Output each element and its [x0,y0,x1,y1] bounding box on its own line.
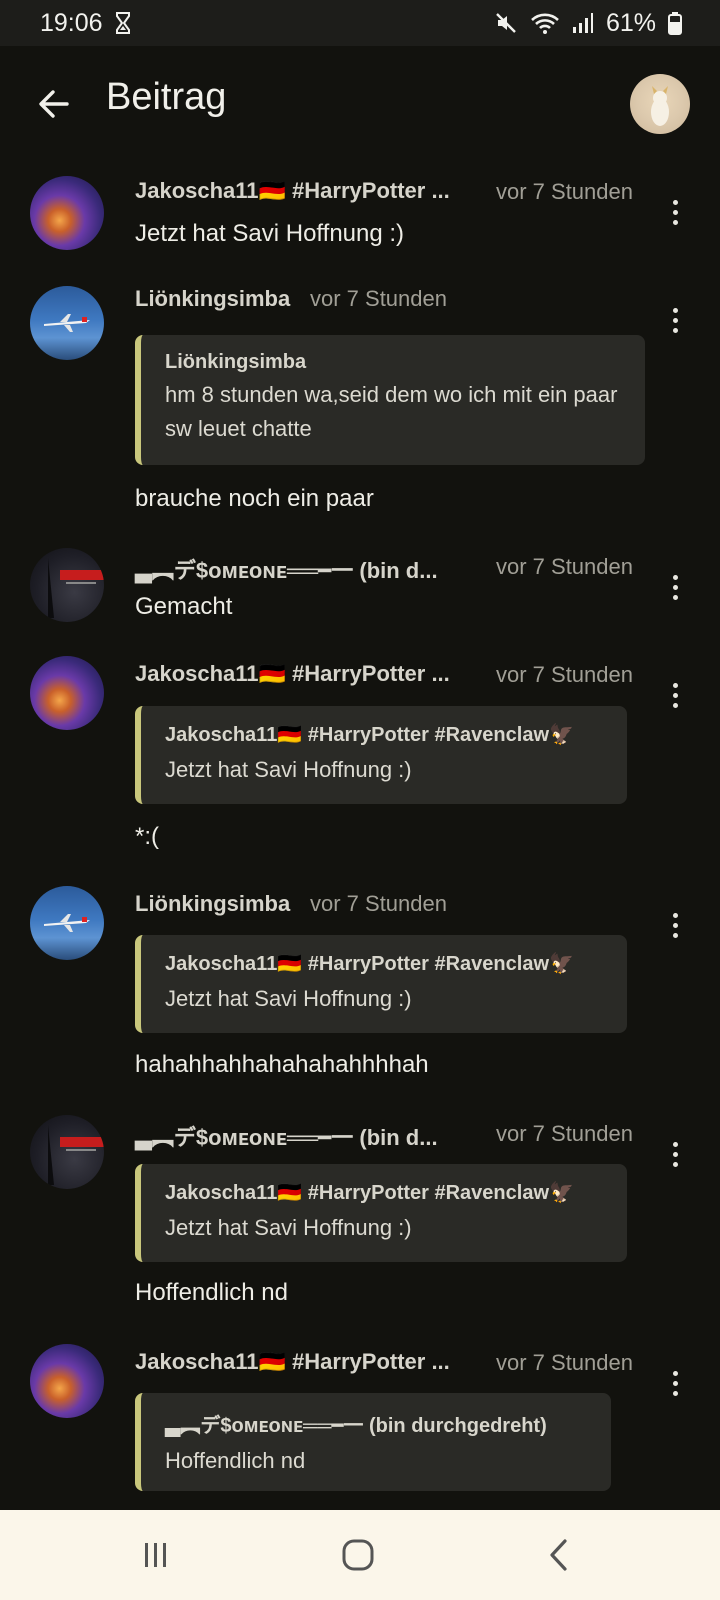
quote-text: Jetzt hat Savi Hoffnung :) [165,986,412,1011]
comment-text: *:( [135,823,159,850]
status-time: 19:06 [40,8,103,37]
comment-text: brauche noch ein paar [135,485,374,512]
page-title: Beitrag [106,76,227,118]
home-icon [342,1539,374,1571]
comment-author[interactable]: Liönkingsimba [135,891,290,917]
comment-item: Liönkingsimba vor 7 Stunden Jakoscha11🇩🇪… [0,885,720,1085]
more-options-button[interactable] [660,1134,690,1174]
comment-text: Hoffendlich nd [135,1279,288,1306]
quoted-comment[interactable]: Jakoscha11🇩🇪 #HarryPotter #Ravenclaw🦅 Je… [135,935,627,1033]
comment-author[interactable]: Jakoscha11🇩🇪 #HarryPotter ... [135,661,450,687]
comment-author[interactable]: Liönkingsimba [135,286,290,312]
comment-author[interactable]: ▃︻デ$ᴏᴍᴇᴏɴᴇ══━一 (bin d... [135,1120,438,1152]
quote-author: Jakoscha11🇩🇪 #HarryPotter #Ravenclaw🦅 [165,1182,574,1204]
comment-time: vor 7 Stunden [496,662,633,687]
comment-time: vor 7 Stunden [496,1350,633,1375]
more-vert-icon [672,912,678,918]
comment-time: vor 7 Stunden [310,286,447,311]
hourglass-icon [115,12,131,34]
system-navigation-bar [0,1510,720,1600]
comment-time: vor 7 Stunden [496,1121,633,1146]
more-vert-icon [672,1370,678,1376]
quote-author: ▃︻デ$ᴏᴍᴇᴏɴᴇ══━一 (bin durchgedreht) [165,1415,547,1437]
more-options-button[interactable] [660,905,690,945]
wifi-icon [530,11,560,35]
comment-item: Liönkingsimba vor 7 Stunden Liönkingsimb… [0,280,720,520]
quote-text: hm 8 stunden wa,seid dem wo ich mit ein … [165,382,618,441]
signal-icon [572,12,594,34]
battery-level: 61% [605,8,656,37]
quote-text: Jetzt hat Savi Hoffnung :) [165,757,412,782]
comment-item: Jakoscha11🇩🇪 #HarryPotter ... vor 7 Stun… [0,1343,720,1493]
comment-author[interactable]: ▃︻デ$ᴏᴍᴇᴏɴᴇ══━一 (bin d... [135,553,438,585]
home-button[interactable] [328,1532,388,1578]
quoted-comment[interactable]: Jakoscha11🇩🇪 #HarryPotter #Ravenclaw🦅 Je… [135,1164,627,1262]
mute-icon [494,11,518,35]
more-options-button[interactable] [660,192,690,232]
back-arrow-icon [39,90,69,118]
quote-text: Jetzt hat Savi Hoffnung :) [165,1215,412,1240]
comment-author[interactable]: Jakoscha11🇩🇪 #HarryPotter ... [135,1349,450,1375]
avatar[interactable] [30,656,104,730]
more-options-button[interactable] [660,675,690,715]
status-bar: 19:06 61% [0,0,720,46]
comment-time: vor 7 Stunden [496,554,633,579]
more-vert-icon [672,574,678,580]
nav-back-button[interactable] [530,1532,590,1578]
comment-text: hahahhahhahahahahhhhah [135,1051,429,1078]
nav-back-icon [550,1539,567,1571]
comment-time: vor 7 Stunden [496,179,633,204]
comment-author[interactable]: Jakoscha11🇩🇪 #HarryPotter ... [135,178,450,204]
quote-author: Liönkingsimba [165,351,307,373]
quote-author: Jakoscha11🇩🇪 #HarryPotter #Ravenclaw🦅 [165,953,574,975]
avatar[interactable] [30,176,104,250]
back-button[interactable] [30,80,78,128]
quoted-comment[interactable]: Liönkingsimba hm 8 stunden wa,seid dem w… [135,335,645,465]
quoted-comment[interactable]: Jakoscha11🇩🇪 #HarryPotter #Ravenclaw🦅 Je… [135,706,627,804]
more-options-button[interactable] [660,567,690,607]
avatar[interactable] [30,548,104,622]
avatar[interactable] [30,1344,104,1418]
quoted-comment[interactable]: ▃︻デ$ᴏᴍᴇᴏɴᴇ══━一 (bin durchgedreht) Hoffen… [135,1393,611,1491]
comment-text: Jetzt hat Savi Hoffnung :) [135,220,405,247]
more-vert-icon [672,682,678,688]
quote-text: Hoffendlich nd [165,1448,306,1473]
recents-button[interactable] [126,1532,186,1578]
more-vert-icon [672,307,678,313]
battery-icon [668,11,682,35]
avatar[interactable] [30,886,104,960]
avatar[interactable] [30,1115,104,1189]
comment-item: ▃︻デ$ᴏᴍᴇᴏɴᴇ══━一 (bin d... vor 7 Stunden J… [0,1114,720,1314]
quote-author: Jakoscha11🇩🇪 #HarryPotter #Ravenclaw🦅 [165,724,574,746]
more-vert-icon [672,1141,678,1147]
comment-text: Gemacht [135,593,233,620]
more-vert-icon [672,199,678,205]
more-options-button[interactable] [660,1363,690,1403]
comment-item: Jakoscha11🇩🇪 #HarryPotter ... vor 7 Stun… [0,655,720,855]
avatar[interactable] [30,286,104,360]
comment-time: vor 7 Stunden [310,891,447,916]
profile-avatar[interactable] [630,74,690,134]
comment-item: Jakoscha11🇩🇪 #HarryPotter ... vor 7 Stun… [0,170,720,270]
recents-icon [145,1543,166,1567]
more-options-button[interactable] [660,300,690,340]
comment-item: ▃︻デ$ᴏᴍᴇᴏɴᴇ══━一 (bin d... vor 7 Stunden G… [0,545,720,635]
app-bar: Beitrag [0,46,720,162]
